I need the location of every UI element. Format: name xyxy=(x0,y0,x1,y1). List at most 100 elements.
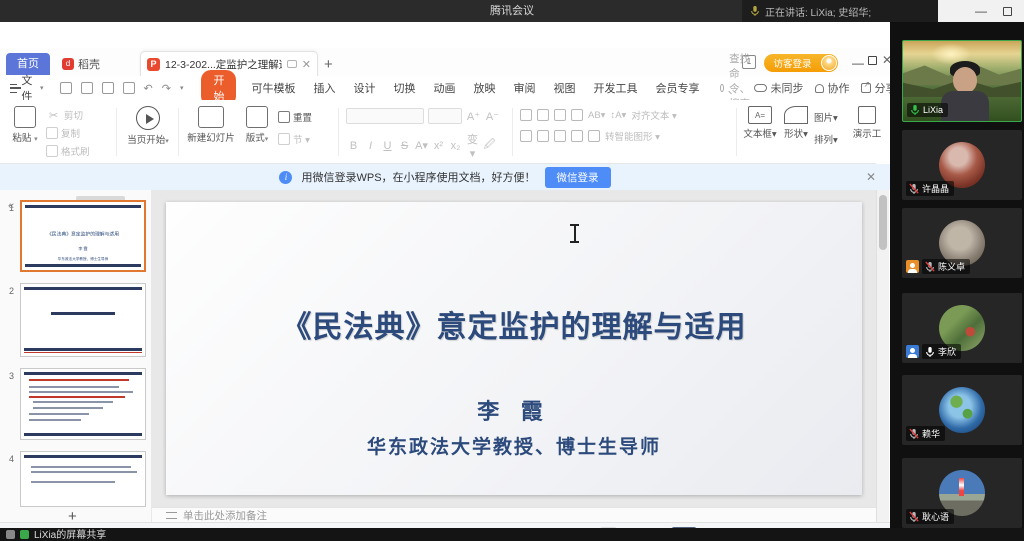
speaking-label: 正在讲话: LiXia; 史绍华; xyxy=(765,7,872,19)
bullets-icon[interactable] xyxy=(520,109,532,121)
slide-thumbnail-3[interactable] xyxy=(20,368,146,440)
video-tile-lixia[interactable]: LiXia xyxy=(902,40,1022,122)
preview-icon[interactable] xyxy=(122,82,135,94)
font-size-select[interactable] xyxy=(428,108,462,124)
text-effects-button[interactable]: 变▾ xyxy=(465,131,480,160)
undo-icon[interactable]: ↶ xyxy=(144,82,153,95)
scrollbar-thumb[interactable] xyxy=(879,195,887,250)
align-text-button[interactable]: 对齐文本 ▾ xyxy=(631,108,676,122)
align-right-icon[interactable] xyxy=(554,130,566,142)
slide-thumbnail-2[interactable] xyxy=(20,283,146,357)
textbox-button[interactable]: A= 文本框▾ xyxy=(742,106,778,140)
wps-maximize-icon[interactable] xyxy=(868,56,877,65)
monitor-icon xyxy=(858,106,876,124)
text-direction-button[interactable]: AB▾ xyxy=(588,110,605,121)
subscript-button[interactable]: x₂ xyxy=(448,140,463,152)
wechat-login-button[interactable]: 微信登录 xyxy=(544,166,611,188)
decrease-font-icon[interactable]: A⁻ xyxy=(485,110,500,123)
line-spacing-button[interactable]: ↕A▾ xyxy=(610,110,626,121)
copy-button[interactable]: 复制 xyxy=(61,126,80,140)
tab-close-icon[interactable]: ✕ xyxy=(302,58,311,71)
screen: 腾讯会议 正在讲话: LiXia; 史绍华; — 首页 d 稻壳 P 12-3-… xyxy=(0,0,1024,541)
indent-icon[interactable] xyxy=(571,109,583,121)
wps-minimize-icon[interactable]: — xyxy=(852,57,864,69)
restore-icon[interactable] xyxy=(1003,6,1012,16)
slide-canvas[interactable]: 《民法典》意定监护的理解与适用 李 霞 华东政法大学教授、博士生导师 xyxy=(166,202,862,495)
customize-toolbar-icon[interactable]: ▾ xyxy=(180,84,184,92)
participant-name: 耿心语 xyxy=(922,512,950,522)
align-left-icon[interactable] xyxy=(520,130,532,142)
participants-panel: LiXia 许晶晶 陈义卓 李欣 赖华 耿心语 xyxy=(890,22,1024,528)
guest-login-button[interactable]: 访客登录 xyxy=(764,54,838,72)
reset-button[interactable]: 重置 xyxy=(293,110,312,124)
shapes-button[interactable]: 形状▾ xyxy=(780,106,812,140)
play-current-button[interactable]: 当页开始▾ xyxy=(122,106,174,146)
slide-number-4: 4 xyxy=(8,454,14,464)
mic-muted-icon xyxy=(925,261,935,272)
quick-access-toolbar: ↶ ↷ ▾ xyxy=(59,82,184,95)
menu-item-review[interactable]: 审阅 xyxy=(504,80,544,96)
superscript-button[interactable]: x² xyxy=(431,140,446,152)
section-button[interactable]: 节 ▾ xyxy=(293,132,310,146)
video-tile-gengxinyu[interactable]: 耿心语 xyxy=(902,458,1022,528)
highlight-button[interactable]: 🖉 xyxy=(482,136,497,155)
menu-item-slideshow[interactable]: 放映 xyxy=(464,80,504,96)
slide-title[interactable]: 《民法典》意定监护的理解与适用 xyxy=(166,302,862,346)
print-icon[interactable] xyxy=(101,82,114,94)
output-icon[interactable] xyxy=(80,82,93,94)
notes-bar[interactable]: 单击此处添加备注 xyxy=(152,507,876,522)
minimize-icon[interactable]: — xyxy=(975,5,987,17)
taskbar: LiXia的屏幕共享 xyxy=(0,528,1024,541)
menu-item-view[interactable]: 视图 xyxy=(544,80,584,96)
numbering-icon[interactable] xyxy=(537,109,549,121)
video-tile-xujingjing[interactable]: 许晶晶 xyxy=(902,130,1022,200)
tab-docer[interactable]: d 稻壳 xyxy=(54,53,116,75)
menu-item-member[interactable]: 会员专享 xyxy=(646,80,708,96)
participant-name: 赖华 xyxy=(922,429,941,439)
sync-status[interactable]: 未同步 xyxy=(754,80,803,96)
layout-icon xyxy=(246,106,268,128)
menu-item-design[interactable]: 设计 xyxy=(344,80,384,96)
new-slide-button[interactable]: 新建幻灯片 xyxy=(186,106,236,144)
strikethrough-button[interactable]: S xyxy=(397,140,412,152)
bold-button[interactable]: B xyxy=(346,140,361,152)
format-painter-button[interactable]: 格式刷 xyxy=(61,144,90,158)
align-center-icon[interactable] xyxy=(537,130,549,142)
chevron-down-icon: ▾ xyxy=(40,85,44,92)
font-color-button[interactable]: A▾ xyxy=(414,139,429,152)
slide-author[interactable]: 李 霞 xyxy=(166,394,862,426)
screenshare-label: LiXia的屏幕共享 xyxy=(34,530,107,541)
increase-font-icon[interactable]: A⁺ xyxy=(466,110,481,123)
paste-button[interactable]: 粘贴 ▾ xyxy=(8,106,42,144)
new-tab-button[interactable]: + xyxy=(324,56,333,73)
menu-item-animation[interactable]: 动画 xyxy=(424,80,464,96)
slide-thumbnail-4[interactable] xyxy=(20,451,146,507)
redo-icon[interactable]: ↷ xyxy=(162,82,171,95)
video-tile-laihua[interactable]: 赖华 xyxy=(902,375,1022,445)
italic-button[interactable]: I xyxy=(363,140,378,152)
layout-button[interactable]: 版式▾ xyxy=(240,106,274,144)
menu-item-devtools[interactable]: 开发工具 xyxy=(584,80,646,96)
present-tools-button[interactable]: 演示工 xyxy=(852,106,882,140)
to-smartart-button[interactable]: 转智能图形 ▾ xyxy=(605,129,660,143)
slide-thumbnail-1[interactable]: 《民法典》意定监护的理解与适用 李 霞 华东政法大学教授、博士生导师 xyxy=(20,200,146,272)
comment-bubble-icon[interactable] xyxy=(286,60,297,68)
video-tile-chenyizhuo[interactable]: 陈义卓 xyxy=(902,208,1022,278)
menu-item-transition[interactable]: 切换 xyxy=(384,80,424,96)
outdent-icon[interactable] xyxy=(554,109,566,121)
slide-affiliation[interactable]: 华东政法大学教授、博士生导师 xyxy=(166,432,862,459)
justify-icon[interactable] xyxy=(571,130,583,142)
menu-item-keniu[interactable]: 可牛模板 xyxy=(242,80,304,96)
arrange-button[interactable]: 排列▾ xyxy=(814,132,838,146)
video-tile-lixin[interactable]: 李欣 xyxy=(902,293,1022,363)
cut-button[interactable]: 剪切 xyxy=(64,108,83,122)
underline-button[interactable]: U xyxy=(380,140,395,152)
distribute-icon[interactable] xyxy=(588,130,600,142)
font-name-select[interactable] xyxy=(346,108,424,124)
menu-item-insert[interactable]: 插入 xyxy=(304,80,344,96)
picture-button[interactable]: 图片▾ xyxy=(814,110,838,124)
file-menu-icon xyxy=(10,83,22,93)
save-icon[interactable] xyxy=(59,82,72,94)
collab-button[interactable]: 协作 xyxy=(815,80,849,96)
notification-close-icon[interactable]: ✕ xyxy=(866,170,876,184)
